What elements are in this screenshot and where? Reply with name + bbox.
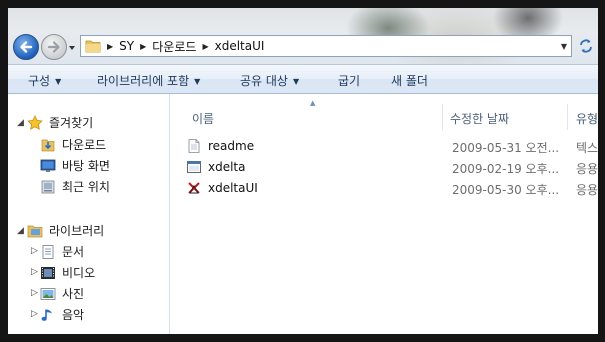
explorer-window: ▶ SY ▶ 다운로드 ▶ xdeltaUI ▼ 구성 ▼ 라이브러리에 포함 ▼ … (8, 8, 598, 334)
file-type: 응용... (576, 183, 598, 197)
file-date: 2009-05-31 오전... (452, 141, 560, 155)
downloads-folder-icon (41, 139, 55, 151)
expand-arrow-icon[interactable]: ▷ (31, 309, 38, 319)
sidebar-libraries-label: 라이브러리 (49, 224, 105, 238)
crumb-separator[interactable]: ▶ (202, 42, 208, 51)
expand-arrow-icon[interactable]: ◢ (17, 118, 24, 128)
column-divider[interactable] (567, 104, 568, 130)
new-folder-label: 새 폴더 (391, 74, 428, 88)
recent-pages-dropdown-icon[interactable] (68, 44, 76, 52)
sidebar-libraries[interactable]: 라이브러리 (27, 222, 104, 239)
burn-button[interactable]: 굽기 (338, 72, 360, 89)
application-window-icon (187, 161, 201, 173)
sidebar-item-pictures[interactable]: 사진 (40, 285, 84, 302)
sidebar-item-label: 문서 (62, 245, 85, 259)
music-note-icon (41, 309, 52, 321)
new-folder-button[interactable]: 새 폴더 (391, 72, 428, 89)
folder-icon (85, 40, 101, 53)
column-header-type[interactable]: 유형 (576, 110, 598, 127)
file-type: 응용... (576, 162, 598, 176)
sidebar-item-desktop[interactable]: 바탕 화면 (40, 157, 110, 174)
sidebar-item-label: 비디오 (62, 266, 96, 280)
include-in-library-menu[interactable]: 라이브러리에 포함 ▼ (97, 72, 200, 89)
back-arrow-icon (20, 41, 33, 53)
pictures-icon (40, 287, 56, 300)
file-date: 2009-05-30 오후... (452, 183, 560, 197)
expand-arrow-icon[interactable]: ▷ (31, 288, 38, 298)
file-row-xdelta[interactable]: xdelta 2009-02-19 오후... 응용... (186, 157, 598, 177)
sort-ascending-icon: ▲ (310, 99, 316, 107)
organize-label: 구성 (28, 74, 51, 88)
expand-arrow-icon[interactable]: ▷ (31, 246, 38, 256)
column-header-date-modified[interactable]: 수정한 날짜 (450, 110, 509, 127)
back-button[interactable] (13, 34, 39, 60)
share-with-menu[interactable]: 공유 대상 ▼ (240, 72, 299, 89)
text-file-icon (188, 139, 200, 153)
sidebar-item-videos[interactable]: 비디오 (40, 264, 95, 281)
sidebar-item-label: 최근 위치 (62, 180, 110, 194)
chevron-down-icon: ▼ (55, 77, 62, 86)
refresh-icon[interactable] (577, 37, 595, 55)
forward-button[interactable] (41, 34, 67, 60)
crumb-separator[interactable]: ▶ (140, 42, 146, 51)
file-name: xdelta (208, 160, 246, 174)
star-icon (27, 114, 43, 130)
breadcrumb-downloads[interactable]: 다운로드 (152, 38, 196, 55)
sidebar-item-music[interactable]: 음악 (40, 306, 84, 323)
sidebar-item-recent-places[interactable]: 최근 위치 (40, 178, 110, 195)
sidebar-item-label: 바탕 화면 (62, 159, 110, 173)
file-list: ▲ 이름 수정한 날짜 유형 readme 2009-05-31 오전... 텍… (170, 94, 598, 334)
sidebar-favorites[interactable]: 즐겨찾기 (27, 114, 93, 131)
burn-label: 굽기 (338, 74, 361, 88)
film-strip-icon (41, 266, 55, 279)
chevron-down-icon: ▼ (194, 77, 201, 86)
organize-menu[interactable]: 구성 ▼ (28, 72, 61, 89)
libraries-icon (27, 225, 43, 237)
file-date: 2009-02-19 오후... (452, 162, 560, 176)
file-name: readme (208, 139, 255, 153)
crumb-separator[interactable]: ▶ (107, 42, 113, 51)
include-library-label: 라이브러리에 포함 (97, 74, 190, 88)
address-bar[interactable]: ▶ SY ▶ 다운로드 ▶ xdeltaUI ▼ (80, 35, 572, 57)
sidebar-item-label: 사진 (62, 287, 85, 301)
share-label: 공유 대상 (240, 74, 288, 88)
expand-arrow-icon[interactable]: ▷ (31, 267, 38, 277)
breadcrumb-sy[interactable]: SY (119, 39, 134, 53)
sidebar-favorites-label: 즐겨찾기 (49, 116, 94, 130)
forward-arrow-icon (47, 41, 60, 53)
sidebar-item-downloads[interactable]: 다운로드 (40, 136, 106, 153)
sidebar-item-label: 다운로드 (62, 138, 107, 152)
desktop-icon (40, 159, 56, 172)
navigation-pane: ◢ 즐겨찾기 다운로드 바탕 화면 최근 위치 ◢ 라이브러리 ▷ 문서 ▷ 비… (8, 94, 170, 334)
xdeltaui-app-icon (188, 182, 200, 194)
documents-icon (42, 244, 54, 259)
file-row-xdeltaui[interactable]: xdeltaUI 2009-05-30 오후... 응용... (186, 178, 598, 198)
address-dropdown-icon[interactable]: ▼ (561, 42, 567, 51)
sidebar-item-label: 음악 (62, 308, 85, 322)
file-name: xdeltaUI (208, 181, 258, 195)
file-row-readme[interactable]: readme 2009-05-31 오전... 텍스... (186, 136, 598, 156)
column-header-name[interactable]: 이름 (192, 110, 214, 127)
command-bar: 구성 ▼ 라이브러리에 포함 ▼ 공유 대상 ▼ 굽기 새 폴더 (8, 64, 598, 94)
expand-arrow-icon[interactable]: ◢ (17, 226, 24, 236)
title-bar: ▶ SY ▶ 다운로드 ▶ xdeltaUI ▼ (8, 8, 598, 64)
chevron-down-icon: ▼ (292, 77, 300, 86)
breadcrumb-xdeltaui[interactable]: xdeltaUI (215, 39, 265, 53)
file-type: 텍스... (576, 141, 598, 155)
column-divider[interactable] (442, 104, 443, 130)
recent-places-icon (41, 180, 55, 193)
sidebar-item-documents[interactable]: 문서 (40, 243, 84, 260)
